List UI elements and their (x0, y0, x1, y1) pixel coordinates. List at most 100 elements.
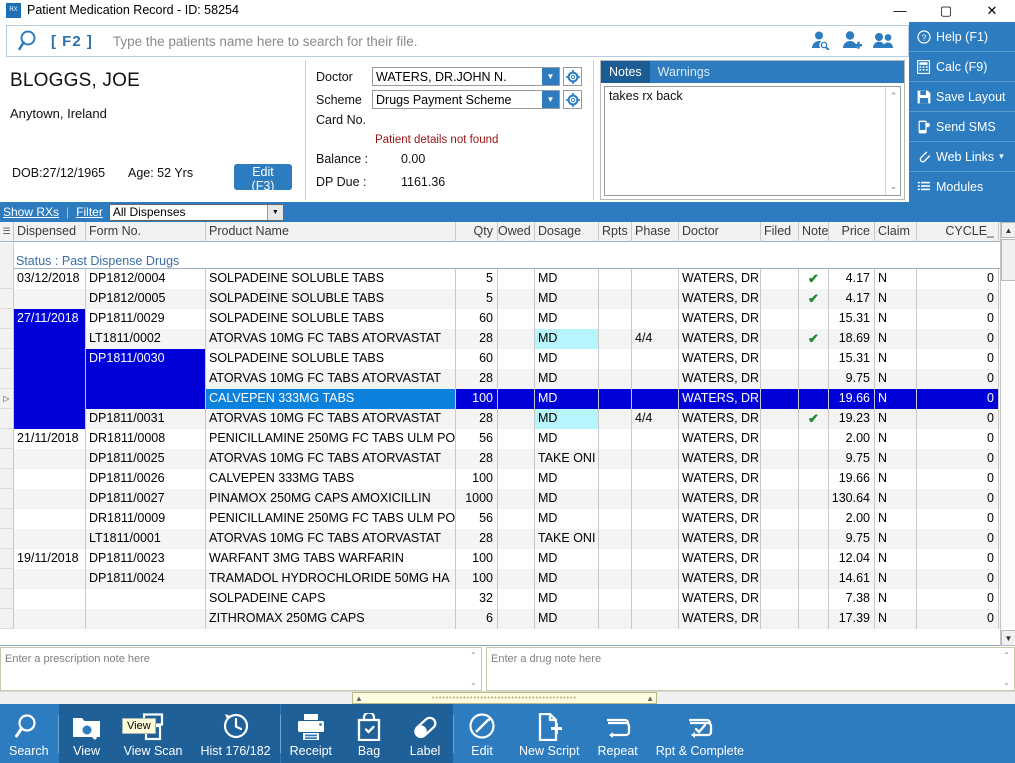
cell-cycle[interactable]: 0 (917, 429, 999, 449)
cell-qty[interactable]: 28 (456, 329, 498, 349)
cell-note[interactable] (799, 429, 829, 449)
cell-owed[interactable] (498, 389, 535, 409)
cell-rpts[interactable] (599, 469, 632, 489)
table-row[interactable]: ▷ CALVEPEN 333MG TABS 100 MD WATERS, DR 19.66… (0, 389, 1000, 409)
cell-cycle[interactable]: 0 (917, 309, 999, 329)
prescription-note-pane[interactable]: Enter a prescription note here ⌃ ⌄ (0, 647, 482, 691)
cell-rpts[interactable] (599, 429, 632, 449)
cell-owed[interactable] (498, 429, 535, 449)
cell-phase[interactable] (632, 489, 679, 509)
cell-rpts[interactable] (599, 409, 632, 429)
cell-rpts[interactable] (599, 309, 632, 329)
grid-column-header[interactable]: CYCLE_ (917, 222, 999, 242)
cell-qty[interactable]: 56 (456, 509, 498, 529)
cell-rpts[interactable] (599, 289, 632, 309)
cell-phase[interactable] (632, 309, 679, 329)
cell-form[interactable]: DP1811/0030 (86, 349, 206, 369)
cell-dispensed[interactable]: 27/11/2018 (14, 309, 86, 329)
cell-claim[interactable]: N (875, 429, 917, 449)
tab-warnings[interactable]: Warnings (650, 61, 718, 83)
cell-dispensed[interactable] (14, 529, 86, 549)
cell-price[interactable]: 7.38 (829, 589, 875, 609)
doctor-settings-gear-icon[interactable] (563, 67, 582, 86)
cell-form[interactable] (86, 609, 206, 629)
cell-doctor[interactable]: WATERS, DR (679, 529, 761, 549)
cell-phase[interactable] (632, 349, 679, 369)
cell-dispensed[interactable]: 21/11/2018 (14, 429, 86, 449)
cell-product[interactable]: TRAMADOL HYDROCHLORIDE 50MG HA (206, 569, 456, 589)
cell-cycle[interactable]: 0 (917, 589, 999, 609)
grid-scroll-up-icon[interactable]: ▲ (1001, 222, 1015, 238)
cell-rpts[interactable] (599, 509, 632, 529)
cell-dosage[interactable]: TAKE ONI (535, 529, 599, 549)
cell-owed[interactable] (498, 349, 535, 369)
cell-doctor[interactable]: WATERS, DR (679, 449, 761, 469)
cell-product[interactable]: ATORVAS 10MG FC TABS ATORVASTAT (206, 449, 456, 469)
cell-phase[interactable] (632, 389, 679, 409)
cell-owed[interactable] (498, 449, 535, 469)
cell-phase[interactable] (632, 509, 679, 529)
cell-form[interactable]: DP1811/0027 (86, 489, 206, 509)
cell-filed[interactable] (761, 529, 799, 549)
cell-filed[interactable] (761, 429, 799, 449)
cell-price[interactable]: 9.75 (829, 449, 875, 469)
cell-qty[interactable]: 28 (456, 449, 498, 469)
cell-doctor[interactable]: WATERS, DR (679, 369, 761, 389)
cell-dispensed[interactable] (14, 589, 86, 609)
cell-price[interactable]: 17.39 (829, 609, 875, 629)
cell-form[interactable]: DP1811/0023 (86, 549, 206, 569)
cell-price[interactable]: 12.04 (829, 549, 875, 569)
cell-cycle[interactable]: 0 (917, 289, 999, 309)
cell-cycle[interactable]: 0 (917, 349, 999, 369)
cell-qty[interactable]: 1000 (456, 489, 498, 509)
cell-phase[interactable] (632, 569, 679, 589)
cell-doctor[interactable]: WATERS, DR (679, 489, 761, 509)
table-row[interactable]: LT1811/0001 ATORVAS 10MG FC TABS ATORVAST… (0, 529, 1000, 549)
cell-qty[interactable]: 28 (456, 529, 498, 549)
toolbar-button-label[interactable]: Label (397, 704, 454, 763)
sidebar-item-send-sms[interactable]: Send SMS (909, 112, 1015, 142)
cell-claim[interactable]: N (875, 529, 917, 549)
edit-patient-button[interactable]: Edit (F3) (234, 164, 292, 193)
cell-dispensed[interactable] (14, 449, 86, 469)
cell-owed[interactable] (498, 509, 535, 529)
cell-dosage[interactable]: MD (535, 429, 599, 449)
cell-qty[interactable]: 60 (456, 349, 498, 369)
cell-owed[interactable] (498, 409, 535, 429)
cell-qty[interactable]: 100 (456, 569, 498, 589)
grid-scroll-track[interactable] (1001, 282, 1015, 629)
grid-column-header[interactable]: Phase (632, 222, 679, 242)
filter-combo[interactable]: All Dispenses ▼ (108, 203, 284, 221)
toolbar-button-receipt[interactable]: Receipt (280, 704, 342, 763)
grid-scroll-thumb[interactable] (1001, 239, 1015, 281)
cell-dosage[interactable]: MD (535, 489, 599, 509)
cell-doctor[interactable]: WATERS, DR (679, 329, 761, 349)
cell-qty[interactable]: 100 (456, 389, 498, 409)
cell-dispensed[interactable]: 19/11/2018 (14, 549, 86, 569)
cell-price[interactable]: 9.75 (829, 529, 875, 549)
cell-qty[interactable]: 100 (456, 469, 498, 489)
cell-dosage[interactable]: MD (535, 589, 599, 609)
cell-claim[interactable]: N (875, 289, 917, 309)
cell-qty[interactable]: 32 (456, 589, 498, 609)
cell-owed[interactable] (498, 469, 535, 489)
cell-cycle[interactable]: 0 (917, 489, 999, 509)
cell-doctor[interactable]: WATERS, DR (679, 589, 761, 609)
add-patient-icon[interactable] (841, 30, 863, 53)
cell-filed[interactable] (761, 349, 799, 369)
cell-phase[interactable] (632, 449, 679, 469)
cell-rpts[interactable] (599, 589, 632, 609)
toolbar-button-edit[interactable]: Edit (454, 704, 510, 763)
notes-scrollbar[interactable]: ⌃ ⌄ (885, 87, 900, 195)
cell-dispensed[interactable] (14, 609, 86, 629)
cell-claim[interactable]: N (875, 589, 917, 609)
cell-note[interactable] (799, 569, 829, 589)
cell-phase[interactable] (632, 529, 679, 549)
cell-cycle[interactable]: 0 (917, 409, 999, 429)
cell-form[interactable] (86, 589, 206, 609)
notes-scroll-down-icon[interactable]: ⌄ (886, 179, 900, 193)
cell-claim[interactable]: N (875, 389, 917, 409)
cell-dispensed[interactable] (14, 569, 86, 589)
cell-phase[interactable]: 4/4 (632, 329, 679, 349)
cell-price[interactable]: 19.23 (829, 409, 875, 429)
